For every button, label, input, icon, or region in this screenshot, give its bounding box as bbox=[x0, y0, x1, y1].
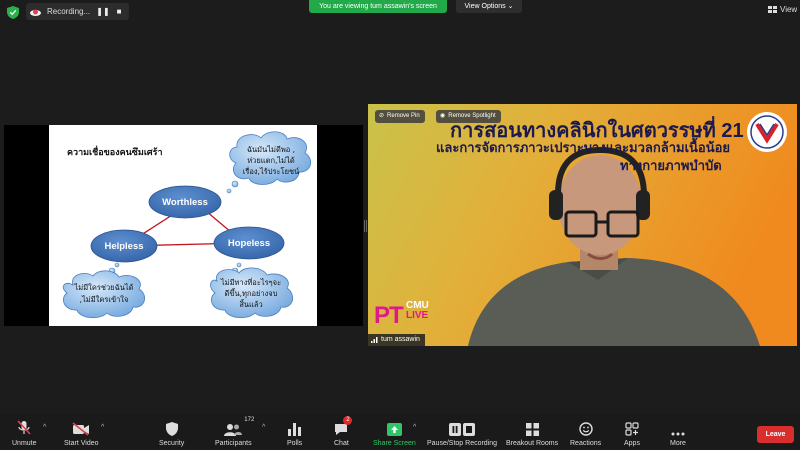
leave-button[interactable]: Leave bbox=[757, 426, 794, 443]
video-options-caret-icon[interactable]: ^ bbox=[101, 424, 104, 431]
security-label: Security bbox=[159, 440, 185, 447]
chat-unread-badge: 2 bbox=[343, 416, 353, 425]
smiley-icon bbox=[578, 422, 593, 436]
chat-button[interactable]: 2 Chat bbox=[334, 416, 353, 447]
share-screen-button[interactable]: Share Screen bbox=[373, 420, 416, 447]
apps-label: Apps bbox=[624, 440, 640, 447]
participants-caret-icon[interactable]: ^ bbox=[262, 424, 265, 431]
breakout-rooms-label: Breakout Rooms bbox=[506, 440, 559, 447]
pt-cmu-live-logo: PT bbox=[374, 302, 404, 329]
more-button[interactable]: More bbox=[670, 420, 686, 447]
start-video-label: Start Video bbox=[64, 440, 99, 447]
faculty-logo-icon bbox=[747, 112, 787, 152]
muted-microphone-icon bbox=[17, 420, 31, 435]
security-shield-icon[interactable] bbox=[7, 6, 19, 19]
view-options-label: View Options bbox=[464, 3, 506, 10]
share-screen-label: Share Screen bbox=[373, 440, 416, 447]
node-label: Hopeless bbox=[228, 238, 270, 249]
cloud-callout-top: ฉันมันไม่ดีพอ , ห่วยแตก,ไม่ได้ เรื่อง,ไร… bbox=[226, 131, 312, 194]
spotlight-icon: ◉ bbox=[440, 113, 446, 119]
cloud-text: ฉันมันไม่ดีพอ , bbox=[247, 145, 295, 154]
cloud-text: ,ไม่มีใครเข้าใจ bbox=[80, 295, 129, 304]
record-label: Pause/Stop Recording bbox=[427, 440, 498, 447]
view-label: View bbox=[780, 5, 798, 14]
speaker-video-tile[interactable]: ⊘ Remove Pin ◉ Remove Spotlight การสอนทา… bbox=[368, 104, 797, 346]
security-button[interactable]: Security bbox=[159, 420, 184, 447]
polls-icon bbox=[288, 423, 302, 436]
cloud-text: เรื่อง,ไร้ประโยชน์ bbox=[243, 166, 299, 176]
pause-stop-icon bbox=[449, 423, 476, 436]
node-helpless: Helpless bbox=[90, 229, 158, 263]
chevron-down-icon: ⌄ bbox=[507, 3, 514, 10]
cloud-text: ไม่มีทางที่อะไรๆจะ bbox=[220, 277, 281, 287]
view-options-button[interactable]: View Options ⌄ bbox=[456, 0, 522, 13]
video-off-icon bbox=[72, 422, 90, 436]
participants-icon bbox=[224, 424, 243, 436]
polls-button[interactable]: Polls bbox=[287, 420, 302, 447]
shared-screen: ฉันมันไม่ดีพอ , ห่วยแตก,ไม่ได้ เรื่อง,ไร… bbox=[4, 125, 363, 326]
pin-icon: ⊘ bbox=[379, 113, 385, 119]
node-hopeless: Hopeless bbox=[213, 226, 285, 260]
unmute-button[interactable]: Unmute bbox=[12, 420, 37, 447]
signal-icon bbox=[371, 337, 378, 343]
breakout-rooms-button[interactable]: Breakout Rooms bbox=[506, 420, 558, 447]
grid-view-icon bbox=[768, 6, 777, 13]
recording-label: Recording... bbox=[47, 7, 91, 16]
logo-live-text: LIVE bbox=[406, 310, 429, 321]
participants-count: 172 bbox=[244, 417, 255, 423]
node-label: Worthless bbox=[162, 197, 208, 208]
chat-label: Chat bbox=[334, 440, 349, 447]
participant-name-tag: tum assawin bbox=[368, 334, 425, 346]
start-video-button[interactable]: Start Video bbox=[64, 420, 99, 447]
apps-icon bbox=[625, 422, 639, 436]
stop-recording-button[interactable]: ■ bbox=[113, 6, 125, 18]
cloud-text: สิ้นแล้ว bbox=[239, 299, 263, 309]
breakout-rooms-icon bbox=[525, 423, 539, 436]
remove-pin-button[interactable]: ⊘ Remove Pin bbox=[375, 110, 425, 123]
cloud-callout-left: ไม่มีใครช่วยฉันได้ ,ไม่มีใครเข้าใจ bbox=[62, 262, 146, 319]
reactions-button[interactable]: Reactions bbox=[570, 420, 601, 447]
cloud-callout-right: ไม่มีทางที่อะไรๆจะ ดีขึ้น,ทุกอย่างจบ สิ้… bbox=[210, 262, 294, 319]
panel-splitter-handle[interactable] bbox=[364, 220, 367, 232]
cloud-text: ห่วยแตก,ไม่ได้ bbox=[247, 156, 295, 165]
reactions-label: Reactions bbox=[570, 440, 602, 447]
viewing-screen-banner: You are viewing tum assawin's screen bbox=[309, 0, 447, 13]
participants-label: Participants bbox=[215, 440, 252, 447]
unmute-label: Unmute bbox=[12, 440, 37, 447]
shared-slide: ฉันมันไม่ดีพอ , ห่วยแตก,ไม่ได้ เรื่อง,ไร… bbox=[49, 125, 317, 326]
share-options-caret-icon[interactable]: ^ bbox=[413, 424, 416, 431]
cloud-text: ดีขึ้น,ทุกอย่างจบ bbox=[224, 288, 277, 298]
view-button[interactable]: View bbox=[768, 5, 797, 14]
polls-label: Polls bbox=[287, 440, 303, 447]
more-label: More bbox=[670, 440, 686, 447]
pause-recording-button[interactable]: ❚❚ bbox=[96, 6, 109, 18]
background-slide-subheading: ทางกายภาพบำบัด bbox=[620, 158, 722, 173]
meeting-toolbar: Unmute ^ Start Video ^ Security 172 Part… bbox=[0, 414, 800, 450]
recording-indicator: Recording... ❚❚ ■ bbox=[26, 3, 129, 20]
share-screen-icon bbox=[386, 423, 402, 436]
node-label: Helpless bbox=[104, 241, 143, 252]
remove-pin-label: Remove Pin bbox=[387, 113, 420, 119]
pt-cmu-live-logo-text: CMU LIVE bbox=[406, 301, 429, 321]
apps-button[interactable]: Apps bbox=[624, 420, 640, 447]
audio-options-caret-icon[interactable]: ^ bbox=[43, 424, 46, 431]
node-worthless: Worthless bbox=[148, 185, 222, 219]
slide-title: ความเชื่อของคนซึมเศร้า bbox=[67, 147, 163, 157]
shield-icon bbox=[165, 422, 178, 436]
participants-button[interactable]: 172 Participants bbox=[215, 417, 255, 447]
cloud-text: ไม่มีใครช่วยฉันได้ bbox=[74, 283, 134, 292]
more-dots-icon bbox=[671, 432, 685, 436]
participant-name: tum assawin bbox=[381, 336, 420, 343]
pause-stop-recording-button[interactable]: Pause/Stop Recording bbox=[427, 420, 497, 447]
recording-icon bbox=[30, 9, 41, 16]
